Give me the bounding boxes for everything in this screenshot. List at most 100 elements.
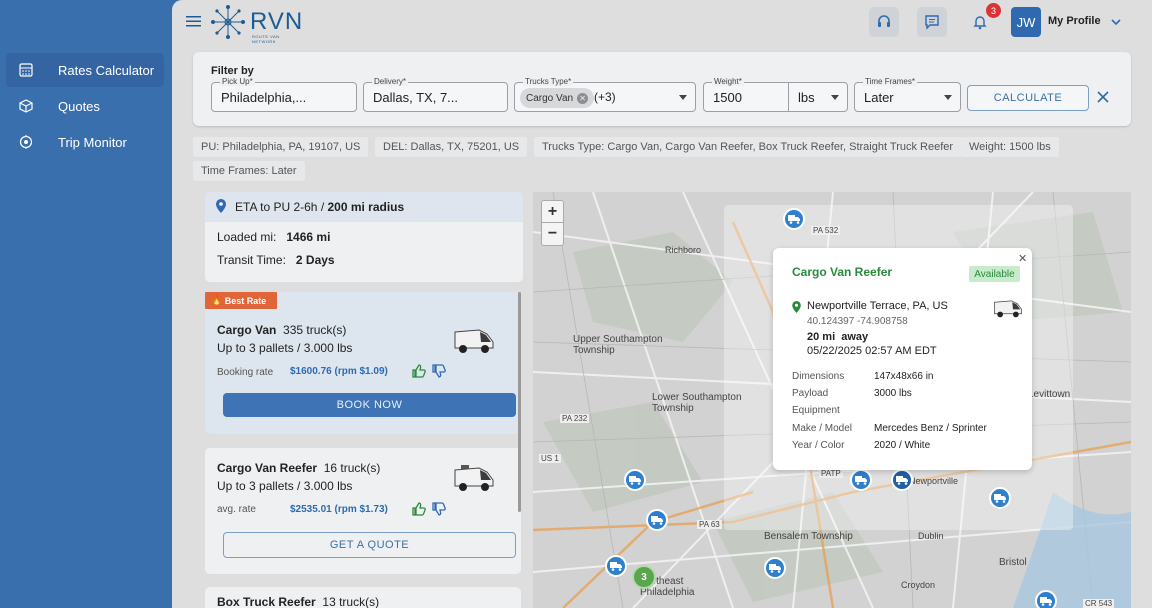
map-label: Bensalem Township — [764, 531, 853, 542]
trucks-type-select[interactable]: Trucks Type* Cargo Van ✕ (+3) — [514, 77, 696, 112]
map-label: PATP — [819, 469, 843, 478]
truck-icon — [896, 476, 908, 485]
weight-label: Weight* — [712, 77, 744, 86]
pickup-field[interactable]: Pick Up* Philadelphia,... — [211, 77, 357, 112]
messages-button[interactable] — [917, 7, 947, 37]
close-icon[interactable]: ✕ — [1018, 252, 1027, 265]
popup-location: Newportville Terrace, PA, US — [807, 300, 948, 312]
truck-icon — [610, 562, 622, 571]
map-label: Newportville — [909, 476, 959, 486]
best-rate-badge: 🔥 Best Rate — [205, 292, 277, 309]
sidebar-item-label: Trip Monitor — [58, 134, 127, 150]
truck-marker[interactable] — [646, 509, 668, 531]
offer-card-box-truck-reefer[interactable]: Box Truck Reefer 13 truck(s) — [205, 587, 521, 608]
truck-type-chip[interactable]: Cargo Van ✕ — [520, 88, 595, 108]
map-label: Richboro — [665, 245, 702, 255]
brand-name: RVN — [250, 8, 304, 35]
time-frames-value: Later — [864, 90, 894, 105]
notifications-button[interactable]: 3 — [965, 3, 1001, 37]
scrollbar[interactable] — [518, 292, 521, 512]
detail-value: Mercedes Benz / Sprinter — [874, 423, 987, 434]
book-now-button[interactable]: BOOK NOW — [223, 393, 516, 417]
sidebar-item-trip-monitor[interactable]: Trip Monitor — [6, 125, 164, 159]
summary-card: ETA to PU 2-6h / 200 mi radius Loaded mi… — [205, 192, 523, 282]
pickup-label: Pick Up* — [220, 77, 255, 86]
popup-datetime: 05/22/2025 02:57 AM EDT — [807, 345, 937, 357]
sidebar-item-quotes[interactable]: Quotes — [6, 89, 164, 123]
zoom-controls: + − — [541, 200, 564, 246]
chevron-down-icon[interactable] — [1110, 15, 1122, 33]
thumbs-up-icon[interactable] — [412, 502, 426, 516]
offer-card-cargo-van-reefer[interactable]: Cargo Van Reefer 16 truck(s) Up to 3 pal… — [205, 448, 521, 574]
results-panel: ETA to PU 2-6h / 200 mi radius Loaded mi… — [205, 192, 523, 608]
thumbs-up-icon[interactable] — [412, 364, 426, 378]
thumbs-down-icon[interactable] — [432, 502, 446, 516]
delivery-value: Dallas, TX, 7... — [373, 90, 459, 105]
map-label: Levittown — [1028, 389, 1071, 400]
truck-marker[interactable] — [783, 208, 805, 230]
offer-capacity: Up to 3 pallets / 3.000 lbs — [217, 341, 353, 355]
truck-icon — [788, 215, 800, 224]
truck-marker[interactable] — [1035, 590, 1057, 608]
hamburger-menu-icon[interactable] — [186, 14, 204, 30]
filter-tag-delivery: DEL: Dallas, TX, 75201, US — [375, 137, 528, 157]
thumbs-down-icon[interactable] — [432, 364, 446, 378]
eta-text: ETA to PU 2-6h / 200 mi radius — [235, 200, 405, 214]
truck-icon — [769, 564, 781, 573]
dropdown-arrow-icon — [679, 95, 687, 100]
cargo-van-image — [454, 329, 494, 353]
trucks-more-count: (+3) — [594, 90, 616, 104]
sidebar-item-rates-calculator[interactable]: Rates Calculator — [6, 53, 164, 87]
zoom-in-button[interactable]: + — [542, 201, 563, 223]
truck-icon — [629, 476, 641, 485]
delivery-field[interactable]: Delivery* Dallas, TX, 7... — [363, 77, 508, 112]
support-button[interactable] — [869, 7, 899, 37]
map-label: PA 63 — [697, 520, 722, 529]
get-a-quote-button[interactable]: GET A QUOTE — [223, 532, 516, 558]
zoom-out-button[interactable]: − — [542, 223, 563, 245]
time-frames-label: Time Frames* — [863, 77, 917, 86]
location-pin-icon — [792, 301, 801, 313]
map-label: Bristol — [999, 557, 1027, 568]
bell-icon — [973, 16, 987, 30]
truck-marker[interactable] — [989, 487, 1011, 509]
weight-unit[interactable]: lbs — [798, 90, 815, 105]
offer-title: Cargo Van Reefer 16 truck(s) — [217, 461, 381, 475]
headset-icon — [878, 15, 890, 27]
dropdown-arrow-icon[interactable] — [831, 95, 839, 100]
sidebar: Rates Calculator Quotes Trip Monitor — [0, 0, 172, 608]
avatar[interactable]: JW — [1011, 7, 1041, 37]
location-pin-icon — [216, 199, 226, 213]
truck-marker[interactable] — [764, 557, 786, 579]
calculate-button[interactable]: CALCULATE — [967, 85, 1089, 111]
delivery-label: Delivery* — [372, 77, 409, 86]
map-label: PA 232 — [560, 414, 590, 423]
time-frames-select[interactable]: Time Frames* Later — [854, 77, 961, 112]
offer-card-cargo-van[interactable]: Cargo Van 335 truck(s) Up to 3 pallets /… — [205, 292, 521, 434]
map-label: Upper Southampton Township — [573, 334, 663, 356]
truck-icon — [855, 476, 867, 485]
map-label: Croydon — [901, 580, 936, 590]
profile-label[interactable]: My Profile — [1048, 15, 1101, 27]
offer-rate: $1600.76 (rpm $1.09) — [290, 366, 388, 377]
truck-marker[interactable] — [605, 555, 627, 577]
popup-distance: 20 mi away — [807, 331, 869, 343]
pickup-value: Philadelphia,... — [221, 90, 307, 105]
divider — [788, 83, 789, 111]
truck-marker[interactable] — [850, 469, 872, 491]
filter-tag-trucks: Trucks Type: Cargo Van, Cargo Van Reefer… — [534, 137, 962, 157]
selected-truck-marker[interactable] — [891, 469, 913, 491]
detail-key: Payload — [792, 388, 829, 399]
box-icon — [18, 98, 34, 114]
calculator-icon — [18, 62, 34, 78]
chip-remove-icon[interactable]: ✕ — [577, 92, 589, 104]
weight-field[interactable]: Weight* 1500 lbs — [703, 77, 848, 112]
transit-time: Transit Time: 2 Days — [217, 253, 335, 267]
detail-key: Dimensions — [792, 371, 845, 382]
map-label: Lower Southampton Township — [652, 392, 742, 414]
truck-icon — [651, 516, 663, 525]
cluster-marker[interactable]: 3 — [632, 565, 656, 589]
truck-marker[interactable] — [624, 469, 646, 491]
filter-tag-timeframes: Time Frames: Later — [193, 161, 305, 181]
clear-filter-icon[interactable] — [1096, 90, 1110, 104]
